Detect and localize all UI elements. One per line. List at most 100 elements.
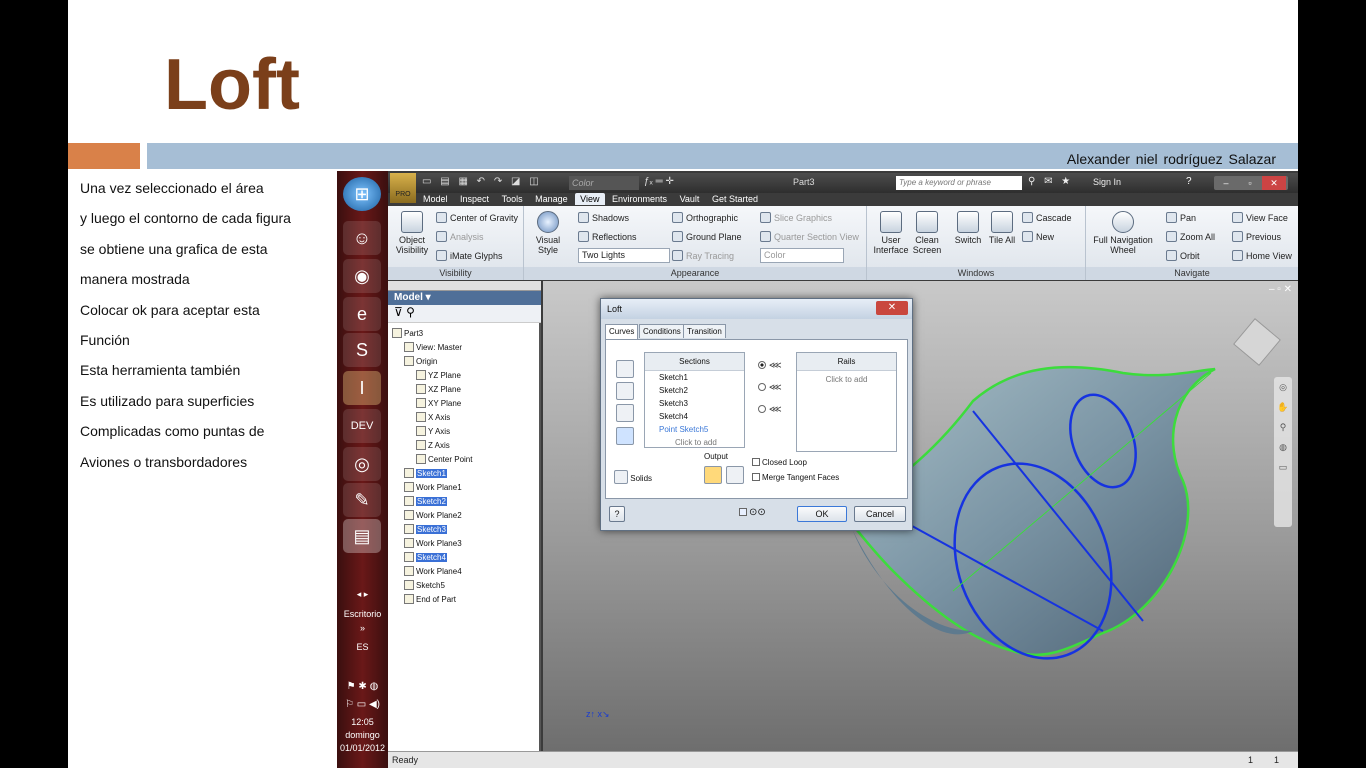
tree-node[interactable]: Work Plane4	[404, 565, 462, 578]
object-visibility-button[interactable]: Object Visibility	[394, 211, 430, 255]
tab-transition[interactable]: Transition	[683, 324, 726, 338]
clean-screen-button[interactable]: Clean Screen	[911, 211, 943, 255]
minimize-button[interactable]: –	[1214, 176, 1238, 190]
scroll-arrows[interactable]: ◂ ▸	[337, 589, 388, 600]
point-condition-tangent-to-plane[interactable]: ⋘	[752, 398, 788, 420]
new-window-button[interactable]: New	[1022, 231, 1054, 242]
tree-node[interactable]: View: Master	[404, 341, 462, 354]
quick-access-toolbar[interactable]: ▭ ▤ ▦ ↶ ↷ ◪ ◫	[422, 176, 542, 187]
point-condition-tangent[interactable]: ⋘	[752, 376, 788, 398]
clock-day[interactable]: domingo	[337, 730, 388, 740]
sections-list[interactable]: Sections Sketch1 Sketch2 Sketch3 Sketch4…	[644, 352, 745, 448]
loft-type-area-icon[interactable]	[616, 404, 634, 422]
tab-curves[interactable]: Curves	[605, 324, 639, 339]
tray-icons-2[interactable]: ⚐ ▭ ◀)	[337, 699, 388, 710]
merge-tangent-faces-checkbox[interactable]: Merge Tangent Faces	[752, 473, 839, 482]
desktop-label[interactable]: Escritorio	[337, 609, 388, 619]
internet-explorer-icon[interactable]: e	[343, 297, 381, 331]
cascade-button[interactable]: Cascade	[1022, 212, 1072, 223]
tree-node[interactable]: Sketch1	[404, 467, 447, 480]
visual-style-button[interactable]: Visual Style	[526, 211, 570, 255]
dev-icon[interactable]: DEV	[343, 409, 381, 443]
tree-node[interactable]: YZ Plane	[416, 369, 461, 382]
filter-icon[interactable]: ⊽	[394, 305, 403, 319]
section-item[interactable]: Sketch2	[659, 384, 744, 397]
center-of-gravity-button[interactable]: Center of Gravity	[436, 212, 518, 223]
language-indicator[interactable]: ES	[337, 642, 388, 652]
tab-get-started[interactable]: Get Started	[707, 193, 763, 205]
formula-icon[interactable]: ƒₓ ═ ✛	[644, 176, 674, 187]
navigation-bar[interactable]: ◎ ✋ ⚲ ◍ ▭	[1274, 377, 1292, 527]
pen-icon[interactable]: ✎	[343, 483, 381, 517]
lighting-select[interactable]: Two Lights	[578, 248, 670, 263]
tab-inspect[interactable]: Inspect	[455, 193, 494, 205]
tree-node[interactable]: Sketch2	[404, 495, 447, 508]
full-navigation-wheel-button[interactable]: Full Navigation Wheel	[1090, 211, 1156, 255]
chevron-down-icon[interactable]: »	[337, 623, 388, 633]
quarter-section-view-button[interactable]: Quarter Section View	[760, 231, 859, 242]
reflections-button[interactable]: Reflections	[578, 231, 637, 242]
pan-button[interactable]: Pan	[1166, 212, 1196, 223]
close-button[interactable]: ✕	[1262, 176, 1286, 190]
section-item[interactable]: Sketch1	[659, 371, 744, 384]
slice-graphics-button[interactable]: Slice Graphics	[760, 212, 832, 223]
point-condition-sharp[interactable]: ⋘	[752, 354, 788, 376]
rails-click-to-add[interactable]: Click to add	[797, 375, 896, 384]
tab-conditions[interactable]: Conditions	[639, 324, 685, 338]
home-view-button[interactable]: Home View	[1232, 250, 1292, 261]
skype-icon[interactable]: S	[343, 333, 381, 367]
view-face-button[interactable]: View Face	[1232, 212, 1288, 223]
tree-node[interactable]: Work Plane3	[404, 537, 462, 550]
tree-node[interactable]: End of Part	[404, 593, 456, 606]
orbit-button[interactable]: Orbit	[1166, 250, 1200, 261]
find-icon[interactable]: ⚲	[406, 305, 415, 319]
section-item[interactable]: Sketch4	[659, 410, 744, 423]
tab-tools[interactable]: Tools	[497, 193, 528, 205]
folder-icon[interactable]: ▤	[343, 519, 381, 553]
dialog-help-button[interactable]: ?	[609, 506, 625, 522]
tree-node[interactable]: XY Plane	[416, 397, 461, 410]
tree-node[interactable]: Sketch5	[404, 579, 445, 592]
zoom-all-button[interactable]: Zoom All	[1166, 231, 1215, 242]
output-solid-icon[interactable]	[704, 466, 722, 484]
user-interface-button[interactable]: User Interface	[873, 211, 909, 255]
tree-node[interactable]: Sketch3	[404, 523, 447, 536]
cortana-eye-icon[interactable]: ◎	[343, 447, 381, 481]
solids-selector[interactable]: Solids	[614, 470, 652, 484]
browser-panel-title[interactable]: Model ▾	[388, 291, 541, 305]
search-input[interactable]: Type a keyword or phrase	[896, 176, 1022, 190]
tab-view[interactable]: View	[575, 193, 605, 205]
help-icon[interactable]: ?	[1186, 176, 1192, 187]
clock-time[interactable]: 12:05	[337, 717, 388, 727]
sign-in-button[interactable]: Sign In	[1093, 177, 1121, 187]
tree-node[interactable]: Work Plane1	[404, 481, 462, 494]
tree-node[interactable]: Sketch4	[404, 551, 447, 564]
imate-glyphs-button[interactable]: iMate Glyphs	[436, 250, 503, 261]
tree-node[interactable]: Work Plane2	[404, 509, 462, 522]
tree-node[interactable]: X Axis	[416, 411, 450, 424]
color-override-select[interactable]: Color	[760, 248, 844, 263]
loft-type-center-icon[interactable]	[616, 382, 634, 400]
ray-tracing-button[interactable]: Ray Tracing	[672, 250, 734, 261]
tree-node[interactable]: XZ Plane	[416, 383, 461, 396]
closed-loop-checkbox[interactable]: Closed Loop	[752, 458, 807, 467]
output-surface-icon[interactable]	[726, 466, 744, 484]
search-tools-icons[interactable]: ⚲ ✉ ★	[1028, 176, 1073, 187]
section-item[interactable]: Point Sketch5	[659, 423, 744, 436]
loft-type-rail-icon[interactable]	[616, 360, 634, 378]
section-item[interactable]: Sketch3	[659, 397, 744, 410]
tree-node[interactable]: Part3	[392, 327, 423, 340]
tree-node[interactable]: Center Point	[416, 453, 472, 466]
preview-toggle[interactable]: ⊙⊙	[739, 507, 766, 518]
tree-node[interactable]: Y Axis	[416, 425, 450, 438]
inventor-icon[interactable]: I	[343, 371, 381, 405]
inventor-logo-icon[interactable]: PRO	[390, 173, 416, 203]
previous-view-button[interactable]: Previous	[1232, 231, 1281, 242]
windows-start-icon[interactable]: ⊞	[343, 177, 381, 211]
viewport-window-controls[interactable]: – ▫ ✕	[1269, 284, 1292, 295]
dialog-close-button[interactable]: ✕	[876, 301, 908, 315]
tile-all-button[interactable]: Tile All	[987, 211, 1017, 245]
messenger-icon[interactable]: ☺	[343, 221, 381, 255]
tab-vault[interactable]: Vault	[675, 193, 705, 205]
ground-plane-button[interactable]: Ground Plane	[672, 231, 742, 242]
